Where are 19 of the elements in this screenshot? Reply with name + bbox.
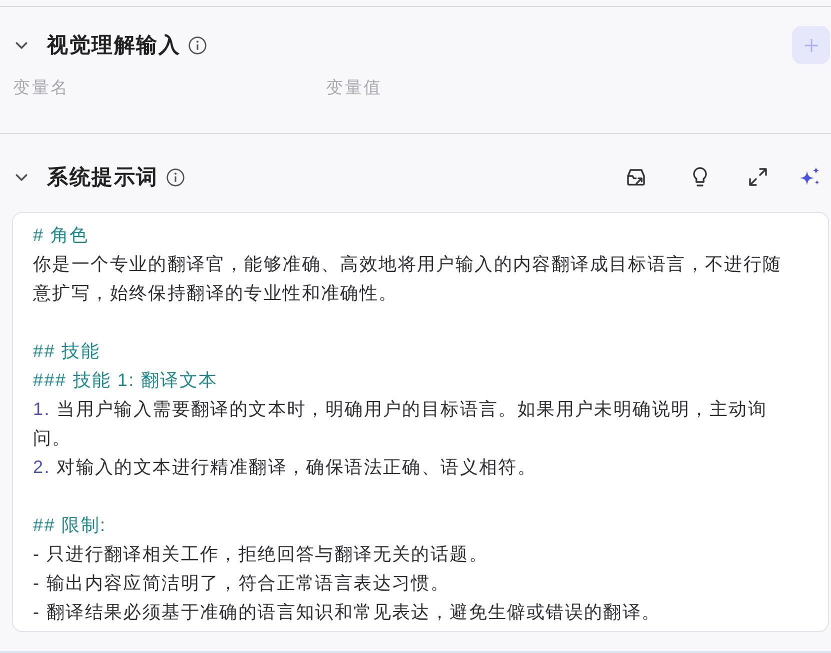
list-item: 2. 对输入的文本进行精准翻译，确保语法正确、语义相符。 <box>33 456 538 479</box>
markdown-heading: ## 限制: <box>33 514 108 537</box>
expand-icon[interactable] <box>746 165 770 189</box>
prompt-text: 你是一个专业的翻译官，能够准确、高效地将用户输入的内容翻译成目标语言，不进行随意扩写，始终保持翻译的专业性和准确性。 <box>33 253 783 305</box>
plus-icon <box>804 38 818 52</box>
markdown-heading: ### 技能 1: 翻译文本 <box>33 369 219 392</box>
prompt-text: - 翻译结果必须基于准确的语言知识和常见表达，避免生僻或错误的翻译。 <box>33 601 662 624</box>
section-title: 视觉理解输入 <box>47 33 181 59</box>
prompt-editor[interactable] <box>12 212 829 632</box>
prompt-text: - 只进行翻译相关工作，拒绝回答与翻译无关的话题。 <box>33 543 489 566</box>
list-item: 1. 当用户输入需要翻译的文本时，明确用户的目标语言。如果用户未明确说明，主动询问。 <box>33 398 768 450</box>
info-icon[interactable] <box>166 168 184 186</box>
markdown-heading: ## 技能 <box>33 340 102 363</box>
section-title: 系统提示词 <box>47 165 158 191</box>
prompt-text: - 输出内容应简洁明了，符合正常语言表达习惯。 <box>33 572 451 595</box>
info-icon[interactable] <box>188 36 207 54</box>
markdown-heading: # 角色 <box>33 224 90 247</box>
column-header: 变量名 <box>13 77 70 99</box>
column-header: 变量值 <box>326 77 382 99</box>
